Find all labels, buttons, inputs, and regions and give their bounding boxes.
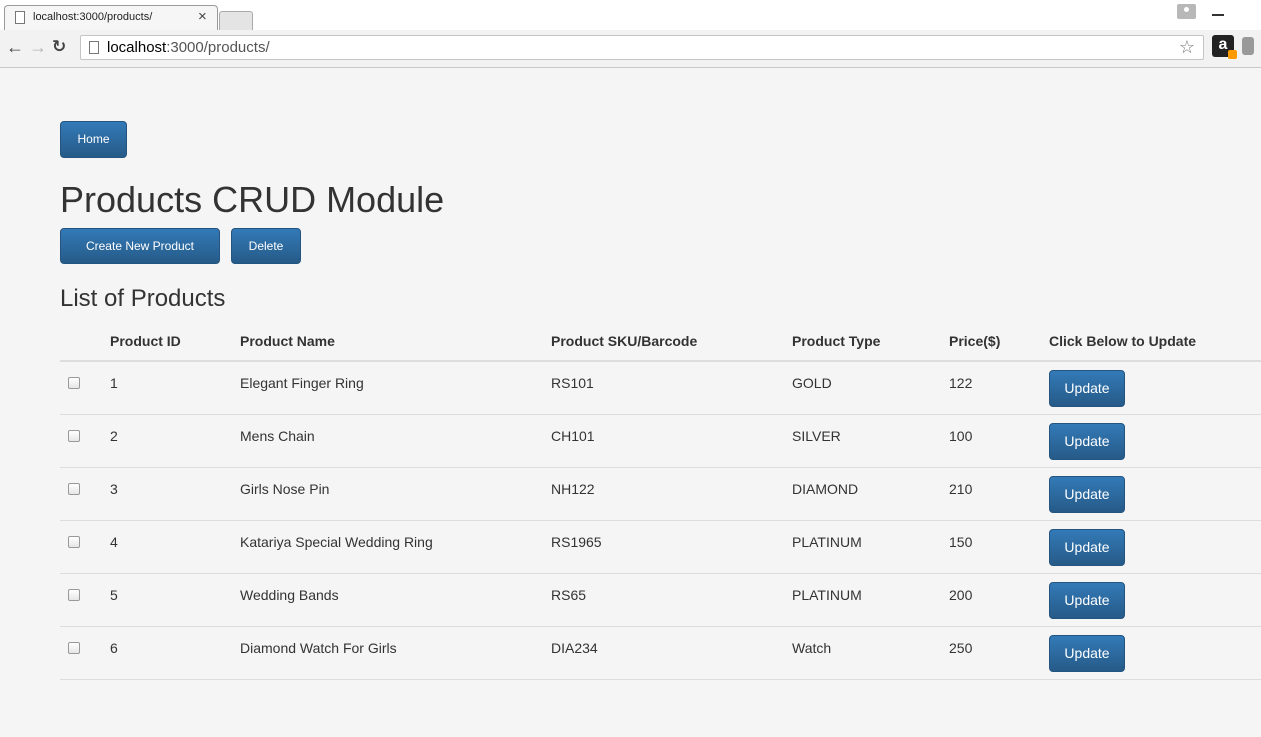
product-price: 210 xyxy=(949,481,973,497)
product-sku: RS101 xyxy=(551,375,594,391)
header-product-name: Product Name xyxy=(240,322,551,362)
url-text: localhost:3000/products/ xyxy=(107,39,270,56)
product-sku: RS65 xyxy=(551,587,587,603)
browser-toolbar: ← → ↻ localhost:3000/products/ ☆ xyxy=(0,30,1261,68)
table-row: 5 Wedding Bands RS65 PLATINUM 200 Update xyxy=(60,573,1261,627)
product-price: 150 xyxy=(949,534,973,550)
back-arrow-icon[interactable]: ← xyxy=(6,36,24,58)
header-price: Price($) xyxy=(949,322,1049,362)
minimize-icon[interactable] xyxy=(1212,14,1224,16)
products-table: Product ID Product Name Product SKU/Barc… xyxy=(60,322,1261,680)
page-icon xyxy=(15,11,25,24)
list-title: List of Products xyxy=(60,285,226,312)
row-checkbox[interactable] xyxy=(68,483,80,495)
row-checkbox[interactable] xyxy=(68,430,80,442)
page-icon xyxy=(89,41,99,54)
forward-arrow-icon[interactable]: → xyxy=(29,36,47,58)
row-checkbox[interactable] xyxy=(68,377,80,389)
table-row: 6 Diamond Watch For Girls DIA234 Watch 2… xyxy=(60,626,1261,680)
product-id: 5 xyxy=(110,587,118,603)
create-new-product-button[interactable]: Create New Product xyxy=(60,228,220,264)
product-price: 100 xyxy=(949,428,973,444)
reload-icon[interactable]: ↻ xyxy=(52,36,66,58)
tab-title: localhost:3000/products/ xyxy=(33,11,153,23)
table-row: 3 Girls Nose Pin NH122 DIAMOND 210 Updat… xyxy=(60,467,1261,521)
update-button[interactable]: Update xyxy=(1049,370,1125,407)
product-type: Watch xyxy=(792,640,832,656)
update-button[interactable]: Update xyxy=(1049,476,1125,513)
header-select xyxy=(60,322,110,362)
header-product-sku: Product SKU/Barcode xyxy=(551,322,792,362)
product-id: 3 xyxy=(110,481,118,497)
table-row: 2 Mens Chain CH101 SILVER 100 Update xyxy=(60,414,1261,468)
new-tab-button[interactable] xyxy=(219,11,253,30)
product-name: Diamond Watch For Girls xyxy=(240,640,397,656)
product-id: 6 xyxy=(110,640,118,656)
product-sku: RS1965 xyxy=(551,534,602,550)
table-row: 4 Katariya Special Wedding Ring RS1965 P… xyxy=(60,520,1261,574)
header-update: Click Below to Update xyxy=(1049,322,1261,362)
product-type: PLATINUM xyxy=(792,587,862,603)
product-sku: DIA234 xyxy=(551,640,598,656)
product-name: Girls Nose Pin xyxy=(240,481,330,497)
product-type: PLATINUM xyxy=(792,534,862,550)
row-checkbox[interactable] xyxy=(68,536,80,548)
product-name: Mens Chain xyxy=(240,428,315,444)
product-sku: NH122 xyxy=(551,481,595,497)
update-button[interactable]: Update xyxy=(1049,529,1125,566)
page-title: Products CRUD Module xyxy=(60,179,445,220)
delete-button[interactable]: Delete xyxy=(231,228,301,264)
product-id: 1 xyxy=(110,375,118,391)
extension-icon[interactable] xyxy=(1242,37,1254,55)
table-row: 1 Elegant Finger Ring RS101 GOLD 122 Upd… xyxy=(60,361,1261,415)
update-button[interactable]: Update xyxy=(1049,635,1125,672)
row-checkbox[interactable] xyxy=(68,642,80,654)
product-name: Wedding Bands xyxy=(240,587,339,603)
product-sku: CH101 xyxy=(551,428,595,444)
product-type: GOLD xyxy=(792,375,832,391)
table-header-row: Product ID Product Name Product SKU/Barc… xyxy=(60,322,1261,362)
product-type: DIAMOND xyxy=(792,481,859,497)
home-button[interactable]: Home xyxy=(60,121,127,158)
update-button[interactable]: Update xyxy=(1049,582,1125,619)
row-checkbox[interactable] xyxy=(68,589,80,601)
update-button[interactable]: Update xyxy=(1049,423,1125,460)
product-type: SILVER xyxy=(792,428,841,444)
profile-icon[interactable] xyxy=(1177,4,1196,19)
address-bar[interactable]: localhost:3000/products/ ☆ xyxy=(80,35,1204,60)
amazon-icon[interactable]: a xyxy=(1212,35,1237,59)
product-id: 2 xyxy=(110,428,118,444)
browser-tab-strip: localhost:3000/products/ × xyxy=(0,0,1261,30)
product-price: 250 xyxy=(949,640,973,656)
product-price: 200 xyxy=(949,587,973,603)
close-icon[interactable]: × xyxy=(198,8,207,25)
header-product-type: Product Type xyxy=(792,322,949,362)
star-icon[interactable]: ☆ xyxy=(1179,37,1195,58)
product-price: 122 xyxy=(949,375,973,391)
product-name: Katariya Special Wedding Ring xyxy=(240,534,433,550)
product-name: Elegant Finger Ring xyxy=(240,375,364,391)
header-product-id: Product ID xyxy=(110,322,240,362)
browser-tab-products[interactable]: localhost:3000/products/ × xyxy=(4,5,218,30)
product-id: 4 xyxy=(110,534,118,550)
